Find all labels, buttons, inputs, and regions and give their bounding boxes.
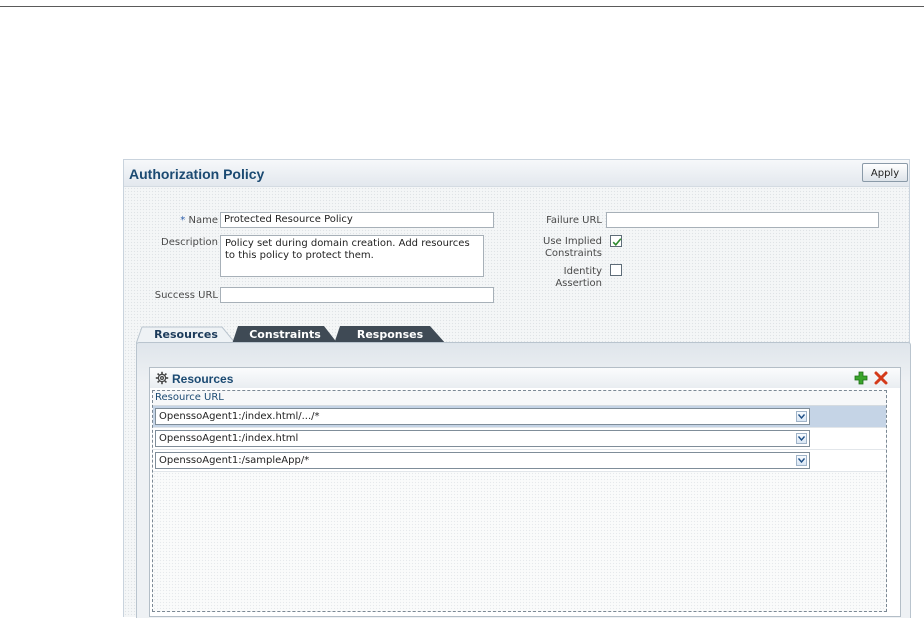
resource-url-value: OpenssoAgent1:/index.html	[159, 433, 299, 444]
resource-url-value: OpenssoAgent1:/index.html/.../*	[159, 411, 320, 422]
gear-icon	[155, 371, 169, 385]
identity-label-line1: Identity	[563, 266, 602, 277]
page-title: Authorization Policy	[129, 166, 265, 182]
description-label: Description	[161, 237, 218, 248]
resources-title: Resources	[172, 372, 234, 386]
description-textarea[interactable]: Policy set during domain creation. Add r…	[220, 235, 484, 277]
tab-resources-label: Resources	[154, 328, 218, 341]
tab-responses-label: Responses	[356, 328, 424, 341]
authorization-policy-panel: Authorization Policy Apply * Name Protec…	[123, 159, 911, 618]
resources-header: Resources	[150, 368, 900, 388]
resources-section: Resources Resource URL OpenssoAgent1:/in…	[149, 367, 901, 617]
add-icon[interactable]	[854, 371, 868, 385]
table-row[interactable]: OpenssoAgent1:/index.html	[153, 428, 886, 450]
top-divider	[0, 6, 924, 7]
panel-header: Authorization Policy Apply	[124, 160, 909, 187]
chevron-down-icon	[798, 414, 805, 419]
name-label-text: Name	[188, 215, 218, 226]
chevron-down-icon	[798, 458, 805, 463]
resource-url-select[interactable]: OpenssoAgent1:/index.html	[155, 430, 810, 447]
name-input[interactable]: Protected Resource Policy	[220, 212, 494, 228]
resource-url-select[interactable]: OpenssoAgent1:/index.html/.../*	[155, 408, 810, 425]
implied-label-line2: Constraints	[544, 248, 602, 259]
tab-constraints-label: Constraints	[249, 328, 321, 341]
dropdown-button[interactable]	[796, 455, 807, 466]
dropdown-button[interactable]	[796, 433, 807, 444]
delete-icon[interactable]	[874, 371, 888, 385]
table-row[interactable]: OpenssoAgent1:/sampleApp/*	[153, 450, 886, 472]
identity-assertion-label: Identity Assertion	[524, 266, 602, 290]
table-row[interactable]: OpenssoAgent1:/index.html/.../*	[153, 406, 886, 428]
use-implied-constraints-checkbox[interactable]	[610, 235, 622, 247]
chevron-down-icon	[798, 436, 805, 441]
failure-url-input[interactable]	[606, 212, 879, 228]
identity-assertion-checkbox[interactable]	[610, 264, 622, 276]
identity-label-line2: Assertion	[555, 278, 602, 289]
resource-url-select[interactable]: OpenssoAgent1:/sampleApp/*	[155, 452, 810, 469]
success-url-label: Success URL	[154, 290, 218, 301]
resources-tab-content: Resources Resource URL OpenssoAgent1:/in…	[136, 342, 911, 618]
checkmark-icon	[612, 238, 622, 246]
implied-label-line1: Use Implied	[543, 236, 602, 247]
success-url-input[interactable]	[220, 287, 494, 303]
failure-url-label: Failure URL	[546, 215, 602, 226]
resource-url-column-header: Resource URL	[153, 391, 886, 406]
name-label: * Name	[144, 215, 218, 227]
resource-table: Resource URL OpenssoAgent1:/index.html/.…	[152, 390, 887, 612]
dropdown-button[interactable]	[796, 411, 807, 422]
resource-url-value: OpenssoAgent1:/sampleApp/*	[159, 455, 310, 466]
use-implied-constraints-label: Use Implied Constraints	[524, 236, 602, 260]
required-marker: *	[180, 215, 186, 226]
apply-button[interactable]: Apply	[862, 163, 908, 182]
